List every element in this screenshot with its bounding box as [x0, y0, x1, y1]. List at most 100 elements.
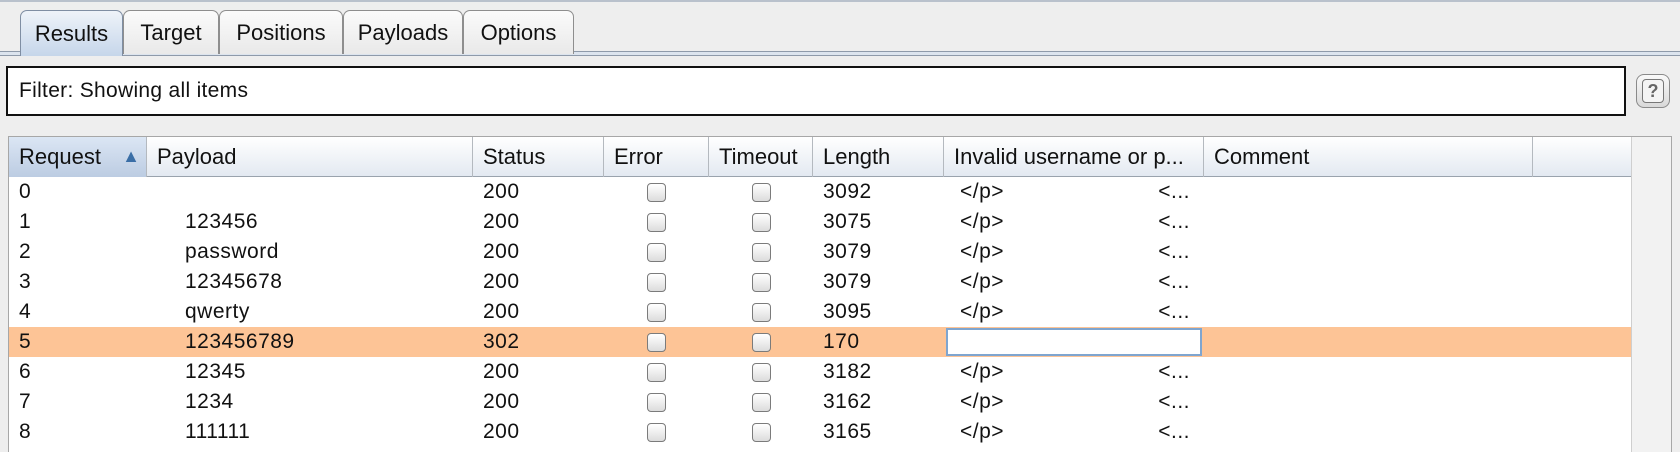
cell-comment[interactable]	[1204, 417, 1533, 447]
cell-timeout	[709, 237, 813, 267]
error-checkbox[interactable]	[647, 212, 666, 232]
tab-results[interactable]: Results	[20, 10, 123, 56]
cell-invalid-username	[944, 327, 1204, 357]
cell-length: 3075	[823, 210, 872, 233]
cell-text-truncated: <...	[1158, 390, 1190, 413]
cell-length: 3092	[823, 180, 872, 203]
help-button[interactable]: ?	[1636, 74, 1670, 108]
column-header-timeout[interactable]: Timeout	[709, 137, 813, 177]
cell-comment[interactable]	[1204, 357, 1533, 387]
table-row[interactable]: 3 12345678 200 3079 </p> <...	[9, 267, 1633, 297]
timeout-checkbox[interactable]	[751, 182, 771, 202]
tab-payloads[interactable]: Payloads	[343, 10, 463, 54]
table-row[interactable]: 7 1234 200 3162 </p> <...	[9, 387, 1633, 417]
timeout-checkbox[interactable]	[751, 272, 771, 292]
column-header-length[interactable]: Length	[813, 137, 944, 177]
cell-text-truncated: <...	[1158, 240, 1190, 263]
table-row[interactable]: 8 111111 200 3165 </p> <...	[9, 417, 1633, 447]
cell-length: 3165	[823, 420, 872, 443]
timeout-checkbox[interactable]	[751, 362, 771, 382]
cell-error	[604, 267, 709, 297]
cell-comment[interactable]	[1204, 207, 1533, 237]
vertical-scrollbar[interactable]	[1631, 137, 1671, 452]
focused-cell[interactable]	[946, 328, 1202, 356]
table-row[interactable]: 6 12345 200 3182 </p> <...	[9, 357, 1633, 387]
cell-request: 2	[19, 240, 32, 263]
cell-request: 4	[19, 300, 32, 323]
cell-text: </p>	[960, 180, 1005, 203]
cell-text-truncated: <...	[1158, 300, 1190, 323]
cell-status: 200	[483, 270, 520, 293]
cell-text: </p>	[960, 390, 1005, 413]
cell-text: </p>	[960, 360, 1005, 383]
timeout-checkbox[interactable]	[751, 212, 771, 232]
cell-comment[interactable]	[1204, 387, 1533, 417]
sort-ascending-icon: ▲	[122, 146, 140, 166]
cell-status: 200	[483, 300, 520, 323]
cell-length: 3079	[823, 240, 872, 263]
table-row[interactable]: 1 123456 200 3075 </p> <...	[9, 207, 1633, 237]
cell-error	[604, 357, 709, 387]
cell-comment[interactable]	[1204, 267, 1533, 297]
error-checkbox[interactable]	[647, 422, 666, 442]
error-checkbox[interactable]	[647, 272, 666, 292]
column-header-invalid-username[interactable]: Invalid username or p...	[944, 137, 1204, 177]
cell-length: 3095	[823, 300, 872, 323]
cell-invalid-username: </p> <...	[944, 237, 1204, 267]
error-checkbox[interactable]	[647, 392, 666, 412]
cell-text: </p>	[960, 240, 1005, 263]
table-header: Request ▲ Payload Status Error Timeout L…	[9, 137, 1633, 177]
cell-comment[interactable]	[1204, 297, 1533, 327]
error-checkbox[interactable]	[647, 362, 666, 382]
cell-invalid-username: </p> <...	[944, 207, 1204, 237]
table-row[interactable]: 2 password 200 3079 </p> <...	[9, 237, 1633, 267]
cell-payload: 123456	[185, 210, 259, 233]
cell-timeout	[709, 297, 813, 327]
cell-payload: 12345	[185, 360, 246, 383]
cell-payload: 1234	[185, 390, 234, 413]
cell-invalid-username: </p> <...	[944, 417, 1204, 447]
error-checkbox[interactable]	[647, 242, 666, 262]
timeout-checkbox[interactable]	[751, 332, 771, 352]
cell-length: 3162	[823, 390, 872, 413]
results-table: Request ▲ Payload Status Error Timeout L…	[8, 136, 1672, 452]
error-checkbox[interactable]	[647, 332, 666, 352]
cell-payload	[147, 177, 473, 207]
cell-comment[interactable]	[1204, 327, 1533, 357]
cell-status: 200	[483, 420, 520, 443]
filter-text: Filter: Showing all items	[19, 79, 249, 102]
timeout-checkbox[interactable]	[751, 242, 771, 262]
cell-text-truncated: <...	[1158, 360, 1190, 383]
column-header-error[interactable]: Error	[604, 137, 709, 177]
column-header-request[interactable]: Request ▲	[9, 137, 147, 177]
table-row[interactable]: 4 qwerty 200 3095 </p> <...	[9, 297, 1633, 327]
filter-bar[interactable]: Filter: Showing all items	[6, 66, 1626, 116]
cell-request: 7	[19, 390, 32, 413]
cell-request: 3	[19, 270, 32, 293]
cell-invalid-username: </p> <...	[944, 267, 1204, 297]
cell-timeout	[709, 417, 813, 447]
cell-payload: password	[185, 240, 279, 263]
column-header-comment[interactable]: Comment	[1204, 137, 1533, 177]
timeout-checkbox[interactable]	[751, 422, 771, 442]
cell-text-truncated: <...	[1158, 180, 1190, 203]
error-checkbox[interactable]	[647, 182, 666, 202]
cell-timeout	[709, 357, 813, 387]
table-row[interactable]: 5 123456789 302 170	[9, 327, 1633, 357]
error-checkbox[interactable]	[647, 302, 666, 322]
cell-status: 200	[483, 240, 520, 263]
cell-request: 5	[19, 330, 32, 353]
column-header-payload[interactable]: Payload	[147, 137, 473, 177]
cell-text: </p>	[960, 420, 1005, 443]
timeout-checkbox[interactable]	[751, 392, 771, 412]
tab-positions[interactable]: Positions	[219, 10, 343, 54]
cell-timeout	[709, 327, 813, 357]
cell-timeout	[709, 207, 813, 237]
timeout-checkbox[interactable]	[751, 302, 771, 322]
tab-options[interactable]: Options	[463, 10, 574, 54]
column-header-status[interactable]: Status	[473, 137, 604, 177]
cell-comment[interactable]	[1204, 237, 1533, 267]
cell-comment[interactable]	[1204, 177, 1533, 207]
table-row[interactable]: 0 200 3092 </p> <...	[9, 177, 1633, 207]
tab-target[interactable]: Target	[123, 10, 219, 54]
